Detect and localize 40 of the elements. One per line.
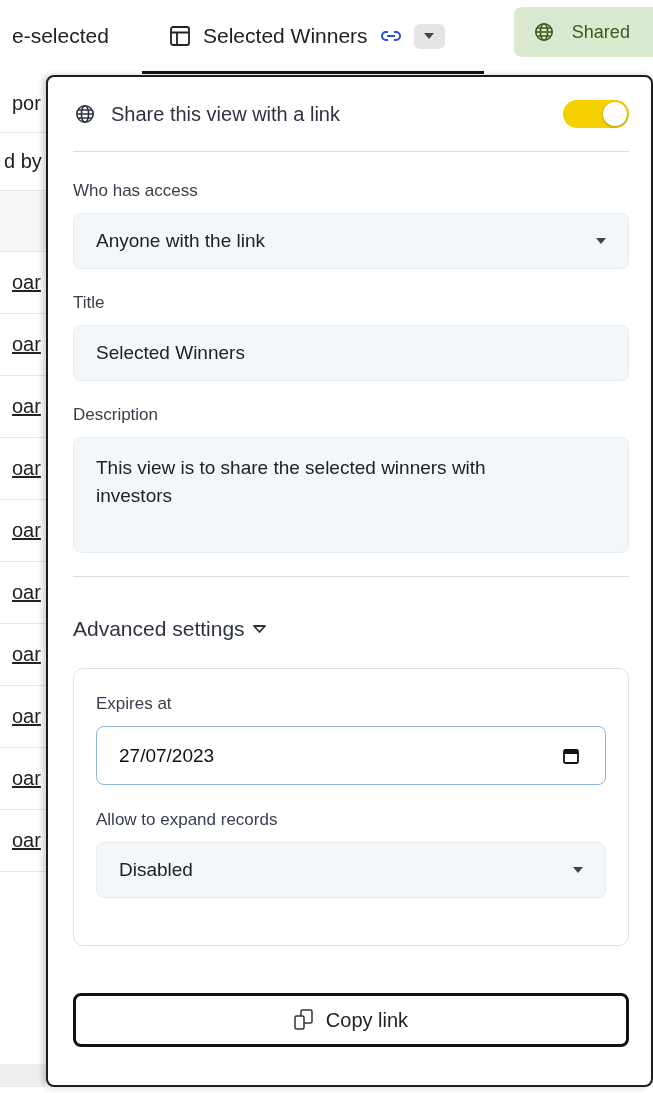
view-tab[interactable]: e-selected (0, 1, 142, 74)
table-link[interactable]: oar (12, 519, 41, 542)
description-field[interactable]: This view is to share the selected winners with investors (73, 437, 629, 553)
table-link[interactable]: oar (12, 581, 41, 604)
calendar-icon (563, 747, 579, 764)
shared-button[interactable]: Shared (513, 7, 653, 57)
table-link[interactable]: oar (12, 829, 41, 852)
tab-label: Selected Winners (203, 24, 368, 48)
copy-icon (293, 1009, 314, 1031)
field-label: Title (73, 293, 106, 313)
caret-icon (596, 238, 606, 244)
table-cell: por (12, 92, 41, 115)
access-select[interactable]: Anyone with the link (73, 213, 629, 269)
advanced-settings-toggle[interactable]: Advanced settings (73, 617, 266, 641)
field-label: Allow to expand records (96, 810, 279, 830)
table-link[interactable]: oar (12, 457, 41, 480)
table-icon (169, 25, 191, 47)
caret-icon (573, 867, 583, 873)
caret-icon (252, 625, 266, 633)
table-link[interactable]: oar (12, 643, 41, 666)
table-link[interactable]: oar (12, 705, 41, 728)
globe-icon (533, 22, 554, 42)
field-label: Description (73, 405, 160, 425)
share-toggle[interactable] (563, 100, 629, 128)
table-link[interactable]: oar (12, 767, 41, 790)
table-cell: d by (4, 150, 42, 173)
copy-link-button[interactable]: Copy link (73, 993, 629, 1047)
caret-icon (424, 33, 435, 39)
view-menu-button[interactable] (413, 23, 445, 49)
date-field[interactable]: 27/07/2023 (96, 726, 606, 785)
table-link[interactable]: oar (12, 395, 41, 418)
table-link[interactable]: oar (12, 333, 41, 356)
field-label: Who has access (73, 181, 199, 201)
title-field[interactable]: Selected Winners (73, 325, 629, 381)
expand-records-select[interactable]: Disabled (96, 842, 606, 898)
panel-title: Share this view with a link (111, 102, 341, 126)
table-link[interactable]: oar (12, 271, 41, 294)
footer-bar (0, 1064, 46, 1087)
globe-icon (75, 104, 95, 124)
field-label: Expires at (96, 694, 173, 714)
